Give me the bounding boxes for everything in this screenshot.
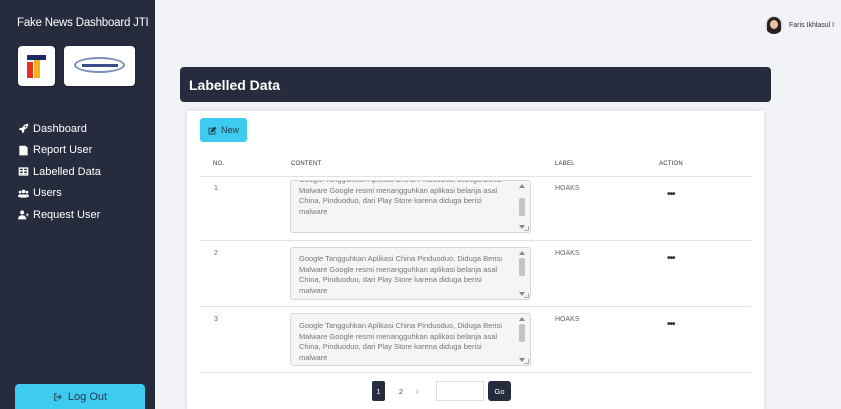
new-button-label: New — [220, 125, 239, 135]
column-header-content: CONTENT — [291, 161, 322, 167]
page-header: Labelled Data — [180, 67, 771, 102]
sidebar-item-label: Dashboard — [33, 122, 87, 135]
data-card: New NO. CONTENT LABEL ACTION 1 Google Ta… — [187, 111, 764, 409]
page-button-1[interactable]: 1 — [372, 381, 385, 401]
sidebar-item-labelled-data[interactable]: Labelled Data — [18, 161, 101, 183]
content-text: Google Tangguhkan Aplikasi China Pinduod… — [299, 321, 502, 362]
edit-icon — [208, 126, 217, 134]
sidebar-item-label: Users — [33, 187, 62, 200]
report-icon — [18, 145, 29, 156]
textarea-scrollbar[interactable] — [518, 251, 526, 296]
column-header-label: LABEL — [555, 161, 575, 167]
sign-out-icon — [54, 392, 62, 401]
more-actions-icon[interactable]: ••• — [667, 189, 675, 200]
table-icon — [18, 166, 29, 177]
row-divider — [200, 240, 751, 241]
resize-handle-icon[interactable] — [524, 293, 529, 298]
row-divider — [200, 372, 751, 373]
sidebar-item-dashboard[interactable]: Dashboard — [18, 118, 101, 140]
row-divider — [200, 306, 751, 307]
sidebar-item-label: Request User — [33, 208, 101, 221]
row-number: 1 — [214, 185, 218, 192]
table-header-divider — [200, 176, 751, 177]
jti-logo — [18, 46, 55, 86]
row-number: 3 — [214, 316, 218, 323]
column-header-action: ACTION — [659, 161, 683, 167]
label-badge: HOAKS — [555, 250, 580, 257]
next-page-icon[interactable]: › — [412, 381, 422, 401]
sidebar-item-label: Labelled Data — [33, 165, 101, 178]
row-number: 2 — [214, 250, 218, 257]
content-textarea[interactable]: Google Tangguhkan Aplikasi China Pinduod… — [290, 313, 531, 366]
content-text: Google Tangguhkan Aplikasi China Pinduod… — [299, 254, 502, 295]
sidebar-item-label: Report User — [33, 144, 93, 157]
label-badge: HOAKS — [555, 185, 580, 192]
sidebar-nav: Dashboard Report User Labelled Data User… — [18, 118, 101, 226]
more-actions-icon[interactable]: ••• — [667, 319, 675, 330]
more-actions-icon[interactable]: ••• — [667, 253, 675, 264]
resize-handle-icon[interactable] — [524, 359, 529, 364]
page-jump-input[interactable] — [436, 381, 484, 401]
polije-logo — [64, 46, 135, 86]
user-plus-icon — [18, 209, 29, 220]
jti-logo-icon — [27, 53, 46, 79]
sidebar-item-users[interactable]: Users — [18, 183, 101, 205]
rocket-icon — [18, 123, 29, 134]
content-textarea[interactable]: Google Tangguhkan Aplikasi China Pinduod… — [290, 247, 531, 300]
logout-button[interactable]: Log Out — [15, 384, 145, 409]
polije-logo-icon — [74, 57, 125, 73]
avatar — [765, 16, 783, 34]
sidebar-item-request-user[interactable]: Request User — [18, 204, 101, 226]
app-title: Fake News Dashboard JTI — [17, 17, 149, 29]
textarea-scrollbar[interactable] — [518, 317, 526, 362]
textarea-scrollbar[interactable] — [518, 184, 526, 229]
label-badge: HOAKS — [555, 316, 580, 323]
page-button-2[interactable]: 2 — [396, 381, 406, 401]
new-button[interactable]: New — [200, 118, 247, 142]
column-header-no: NO. — [213, 161, 225, 167]
content-text: Google Tangguhkan Aplikasi China Pinduod… — [299, 181, 502, 216]
users-icon — [18, 188, 29, 199]
content-textarea[interactable]: Google Tangguhkan Aplikasi China Pinduod… — [290, 180, 531, 233]
user-menu[interactable]: Faris Ikhlasul I — [765, 16, 834, 34]
logout-label: Log Out — [67, 390, 108, 403]
sidebar: Fake News Dashboard JTI Dashboard Report… — [0, 0, 155, 409]
sidebar-item-report-user[interactable]: Report User — [18, 140, 101, 162]
user-name: Faris Ikhlasul I — [789, 21, 835, 29]
page-title: Labelled Data — [189, 77, 281, 93]
go-button[interactable]: Go — [488, 381, 511, 401]
resize-handle-icon[interactable] — [524, 226, 529, 231]
